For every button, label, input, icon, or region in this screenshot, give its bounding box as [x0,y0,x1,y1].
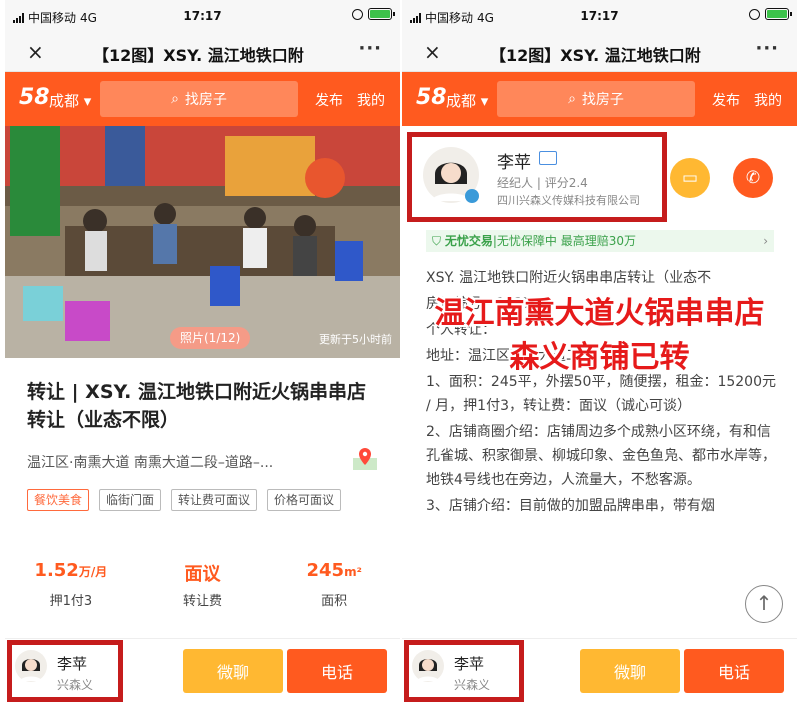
rent-value: 1.52 [34,560,79,581]
desc-p2: 2、店铺商圈介绍：店铺周边多个成熟小区环绕，有和信孔雀城、积家御景、柳城印象、金… [426,424,776,488]
updated-time: 更新于5小时前 [319,333,392,346]
search-box[interactable]: ⌕ 找房子 [497,81,695,117]
site-logo[interactable]: 58 [19,86,50,110]
stat-area: 245m² 面积 [268,560,400,609]
listing-photo[interactable]: 照片(1/12) 更新于5小时前 [5,126,400,358]
stat-rent: 1.52万/月押1付3 [5,560,137,609]
search-placeholder: 找房子 [581,92,624,108]
desc-title: XSY. 温江地铁口附近火锅串串店转让（业态不 [426,270,712,286]
search-icon: ⌕ [568,91,576,107]
fee-value: 面议 [184,564,221,585]
chevron-right-icon: › [763,234,768,248]
overlay-line2: 森义商铺已转 [509,340,690,375]
publish-link[interactable]: 发布 [712,90,740,110]
listing-title: 转让 | XSY. 温江地铁口附近火锅串串店转让（业态不限） [27,381,366,431]
tag: 临街门面 [99,489,162,511]
area-label: 面积 [321,594,348,609]
site-header: 58 成都 ▾ ⌕ 找房子 发布 我的 [402,72,797,126]
tag: 价格可面议 [267,489,342,511]
battery-icon [765,8,792,20]
scroll-top-button[interactable]: ↑ [745,585,783,623]
stat-fee: 面议 转让费 [137,560,269,609]
tag: 餐饮美食 [27,489,90,511]
arrow-up-icon: ↑ [755,591,773,615]
city-label: 成都 [49,92,80,110]
clock: 17:17 [580,9,619,23]
publish-link[interactable]: 发布 [315,90,343,110]
site-logo[interactable]: 58 [416,86,447,110]
trust-brand: 无忧交易 [444,234,493,248]
page-title: 【12图】XSY. 温江地铁口附 [93,46,304,65]
more-icon[interactable]: ··· [755,38,779,59]
area-value: 245 [306,560,345,581]
status-bar: 中国移动 4G 17:17 [5,0,400,32]
chat-icon: ▭ [681,168,699,188]
shield-icon: ⛉ [432,234,445,248]
sold-overlay: 温江南熏大道火锅串串店 森义商铺已转 [402,292,797,380]
overlay-line1: 温江南熏大道火锅串串店 [434,296,765,331]
chat-bubble-button[interactable]: ▭ [670,158,710,198]
highlight-box [407,132,667,222]
city-label: 成都 [446,92,477,110]
mine-link[interactable]: 我的 [357,90,385,110]
search-icon: ⌕ [171,91,179,107]
search-box[interactable]: ⌕ 找房子 [100,81,298,117]
nav-bar: × 【12图】XSY. 温江地铁口附 ··· [402,32,797,72]
trust-banner[interactable]: ⛉ 无忧交易|无忧保障中 最高理赔30万 › [426,230,774,252]
page-title: 【12图】XSY. 温江地铁口附 [490,46,701,65]
tag-list: 餐饮美食 临街门面 转让费可面议 价格可面议 [27,489,342,511]
tag: 转让费可面议 [171,489,258,511]
close-icon[interactable]: × [27,42,44,62]
listing-screen-right: 中国移动 4G 17:17 × 【12图】XSY. 温江地铁口附 ··· 58 成… [402,0,797,707]
trust-text: |无忧保障中 最高理赔30万 [492,234,636,248]
nav-bar: × 【12图】XSY. 温江地铁口附 ··· [5,32,400,72]
chat-button[interactable]: 微聊 [580,649,680,693]
phone-icon: ✆ [745,168,761,188]
site-header: 58 成都 ▾ ⌕ 找房子 发布 我的 [5,72,400,126]
rent-label: 押1付3 [49,594,93,609]
clock: 17:17 [183,9,222,23]
status-bar: 中国移动 4G 17:17 [402,0,797,32]
phone-button[interactable]: ✆ [733,158,773,198]
rent-unit: 万/月 [78,565,108,579]
map-pin-icon[interactable] [352,446,378,472]
desc-p3: 3、店铺介绍：目前做的加盟品牌串串，带有烟 [426,498,715,514]
key-stats: 1.52万/月押1付3 面议转让费 245m² 面积 [5,560,400,609]
mine-link[interactable]: 我的 [754,90,782,110]
chat-button[interactable]: 微聊 [183,649,283,693]
listing-address[interactable]: 温江区·南熏大道 南熏大道二段–道路–... [27,452,273,472]
highlight-box [7,640,123,702]
highlight-box [404,640,524,702]
call-button[interactable]: 电话 [287,649,387,693]
city-selector[interactable]: 成都 ▾ [446,90,488,111]
close-icon[interactable]: × [424,42,441,62]
city-selector[interactable]: 成都 ▾ [49,90,91,111]
search-placeholder: 找房子 [184,92,227,108]
rotation-lock-icon [749,8,760,20]
call-button[interactable]: 电话 [684,649,784,693]
photo-counter: 照片(1/12) [170,327,251,349]
more-icon[interactable]: ··· [358,38,382,59]
battery-icon [368,8,395,20]
rotation-lock-icon [352,8,363,20]
fee-label: 转让费 [183,594,223,609]
listing-screen-left: 中国移动 4G 17:17 × 【12图】XSY. 温江地铁口附 ··· 58 成… [5,0,400,707]
area-unit: m² [344,565,362,579]
